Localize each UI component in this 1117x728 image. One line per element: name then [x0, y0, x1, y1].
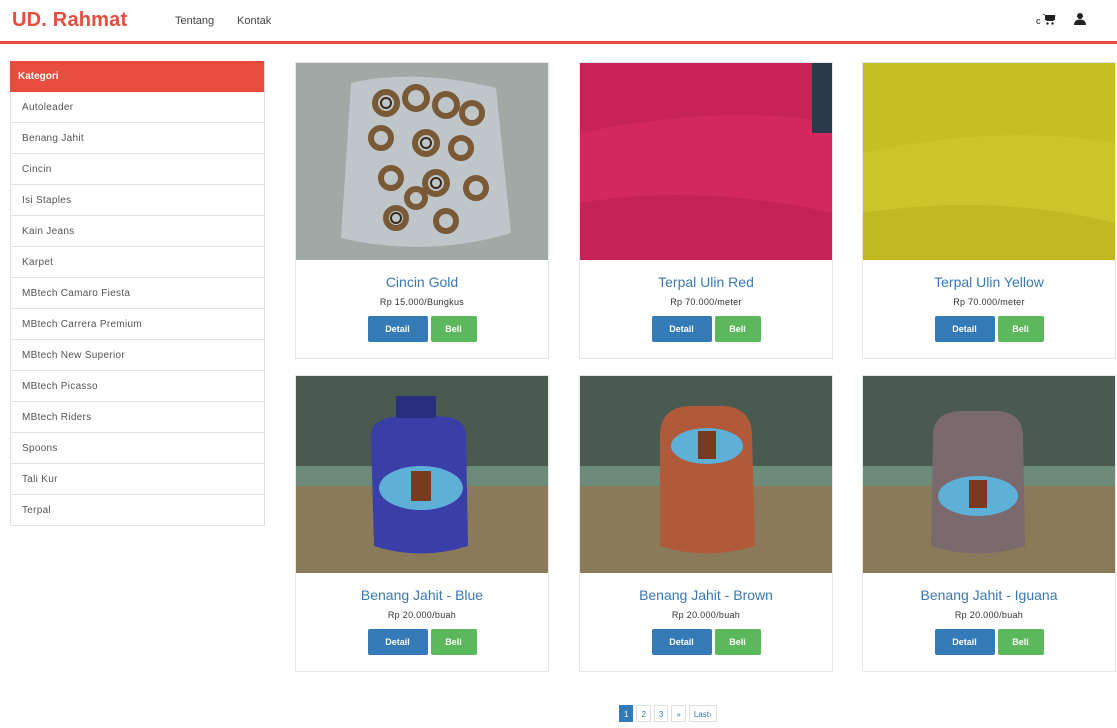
product-image[interactable] — [580, 376, 832, 573]
sidebar-item-autoleader[interactable]: Autoleader — [10, 92, 264, 123]
buy-button[interactable]: Beli — [997, 316, 1044, 342]
nav-link-tentang[interactable]: Tentang — [175, 15, 214, 27]
sidebar-item-isi-staples[interactable]: Isi Staples — [10, 185, 264, 216]
buy-button[interactable]: Beli — [714, 316, 761, 342]
sidebar-item-mbtech-camaro-fiesta[interactable]: MBtech Camaro Fiesta — [10, 278, 264, 309]
product-price: Rp 70.000/meter — [670, 297, 742, 307]
product-name[interactable]: Terpal Ulin Red — [580, 274, 832, 290]
user-icon[interactable] — [1074, 12, 1086, 31]
product-name[interactable]: Terpal Ulin Yellow — [863, 274, 1115, 290]
detail-button[interactable]: Detail — [934, 316, 995, 342]
product-card: Terpal Ulin Red Rp 70.000/meter Detail B… — [579, 62, 833, 359]
product-card: Cincin Gold Rp 15.000/Bungkus Detail Bel… — [295, 62, 549, 359]
detail-button[interactable]: Detail — [367, 629, 428, 655]
product-name[interactable]: Benang Jahit - Iguana — [863, 587, 1115, 603]
product-card: Benang Jahit - Brown Rp 20.000/buah Deta… — [579, 375, 833, 672]
brand-logo[interactable]: UD. Rahmat — [12, 9, 127, 32]
sidebar-item-terpal[interactable]: Terpal — [10, 495, 264, 526]
buy-button[interactable]: Beli — [430, 316, 477, 342]
product-card: Benang Jahit - Iguana Rp 20.000/buah Det… — [862, 375, 1116, 672]
sidebar-item-mbtech-riders[interactable]: MBtech Riders — [10, 402, 264, 433]
sidebar-item-spoons[interactable]: Spoons — [10, 433, 264, 464]
sidebar-item-mbtech-picasso[interactable]: MBtech Picasso — [10, 371, 264, 402]
page-2-button[interactable]: 2 — [636, 705, 651, 722]
buy-button[interactable]: Beli — [430, 629, 477, 655]
product-price: Rp 20.000/buah — [954, 610, 1024, 620]
sidebar-item-tali-kur[interactable]: Tali Kur — [10, 464, 264, 495]
product-image[interactable] — [296, 63, 548, 260]
product-name[interactable]: Benang Jahit - Brown — [580, 587, 832, 603]
buy-button[interactable]: Beli — [997, 629, 1044, 655]
last-page-button[interactable]: Last› — [688, 705, 717, 722]
navbar: UD. Rahmat Tentang Kontak c — [0, 0, 1117, 44]
product-price: Rp 70.000/meter — [953, 297, 1025, 307]
product-image[interactable] — [863, 63, 1115, 260]
sidebar-item-mbtech-new-superior[interactable]: MBtech New Superior — [10, 340, 264, 371]
category-sidebar: Kategori Autoleader Benang Jahit Cincin … — [10, 61, 265, 526]
sidebar-item-mbtech-carrera-premium[interactable]: MBtech Carrera Premium — [10, 309, 264, 340]
product-name[interactable]: Cincin Gold — [296, 274, 548, 290]
sidebar-item-benang-jahit[interactable]: Benang Jahit — [10, 123, 264, 154]
product-image[interactable] — [863, 376, 1115, 573]
detail-button[interactable]: Detail — [651, 316, 712, 342]
detail-button[interactable]: Detail — [651, 629, 712, 655]
product-image[interactable] — [580, 63, 832, 260]
nav-link-kontak[interactable]: Kontak — [237, 15, 271, 27]
product-price: Rp 20.000/buah — [671, 610, 741, 620]
sidebar-header: Kategori — [10, 61, 264, 92]
cart-icon — [1041, 13, 1056, 28]
sidebar-item-kain-jeans[interactable]: Kain Jeans — [10, 216, 264, 247]
pagination: 1 2 3 » Last› — [619, 705, 717, 722]
product-price: Rp 15.000/Bungkus — [379, 297, 465, 307]
sidebar-item-cincin[interactable]: Cincin — [10, 154, 264, 185]
detail-button[interactable]: Detail — [367, 316, 428, 342]
cart-count: c — [1036, 15, 1041, 26]
sidebar-item-karpet[interactable]: Karpet — [10, 247, 264, 278]
page-3-button[interactable]: 3 — [653, 705, 669, 722]
product-card: Terpal Ulin Yellow Rp 70.000/meter Detai… — [862, 62, 1116, 359]
cart-button[interactable]: c — [1036, 13, 1056, 28]
product-price: Rp 20.000/buah — [387, 610, 457, 620]
product-card: Benang Jahit - Blue Rp 20.000/buah Detai… — [295, 375, 549, 672]
next-page-button[interactable]: » — [671, 705, 686, 722]
product-image[interactable] — [296, 376, 548, 573]
page-1-button[interactable]: 1 — [619, 705, 634, 722]
detail-button[interactable]: Detail — [934, 629, 995, 655]
buy-button[interactable]: Beli — [714, 629, 761, 655]
product-name[interactable]: Benang Jahit - Blue — [296, 587, 548, 603]
